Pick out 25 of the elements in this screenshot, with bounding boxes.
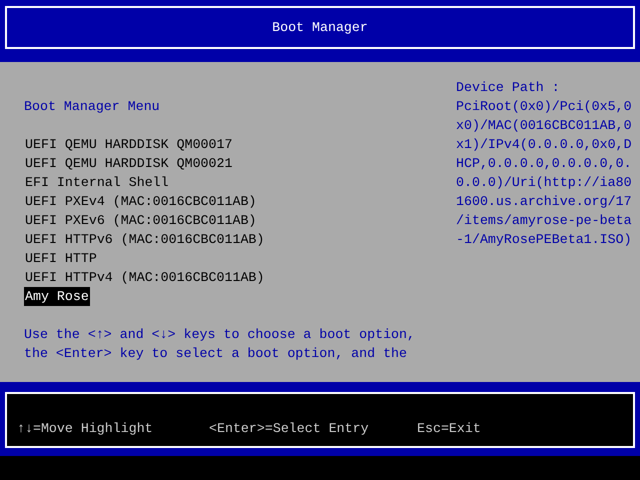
boot-option[interactable]: UEFI HTTPv6 (MAC:0016CBC011AB) — [24, 230, 266, 249]
help-text: the <Enter> key to select a boot option, and the — [24, 345, 408, 363]
device-path-text: PciRoot(0x0)/Pci(0x5,0 — [456, 98, 633, 116]
boot-option[interactable]: UEFI HTTP — [24, 249, 98, 268]
boot-option[interactable]: UEFI PXEv4 (MAC:0016CBC011AB) — [24, 192, 258, 211]
device-path-text: x0)/MAC(0016CBC011AB,0 — [456, 117, 633, 135]
device-path-text: x1)/IPv4(0.0.0.0,0x0,D — [456, 136, 633, 154]
boot-option[interactable]: UEFI QEMU HARDDISK QM00017 — [24, 135, 234, 154]
boot-option[interactable]: EFI Internal Shell — [24, 173, 170, 192]
device-path-text: HCP,0.0.0.0,0.0.0.0,0. — [456, 155, 633, 173]
device-path-heading: Device Path : — [456, 79, 561, 97]
boot-option[interactable]: UEFI QEMU HARDDISK QM00021 — [24, 154, 234, 173]
device-path-text: /items/amyrose-pe-beta — [456, 212, 633, 230]
boot-option[interactable]: UEFI HTTPv4 (MAC:0016CBC011AB) — [24, 268, 266, 287]
device-path-text: 0.0.0)/Uri(http://ia80 — [456, 174, 633, 192]
window-title: Boot Manager — [272, 19, 368, 37]
key-hint: <Enter>=Select Entry — [209, 420, 370, 438]
menu-title: Boot Manager Menu — [24, 98, 161, 116]
help-text: Use the <↑> and <↓> keys to choose a boot option, — [24, 326, 416, 344]
key-hint: Esc=Exit — [417, 420, 481, 438]
boot-option[interactable]: UEFI PXEv6 (MAC:0016CBC011AB) — [24, 211, 258, 230]
key-hint: ↑↓=Move Highlight — [17, 420, 154, 438]
boot-option[interactable]: Amy Rose — [24, 287, 90, 306]
device-path-text: 1600.us.archive.org/17 — [456, 193, 633, 211]
device-path-text: -1/AmyRosePEBeta1.ISO) — [456, 231, 633, 249]
